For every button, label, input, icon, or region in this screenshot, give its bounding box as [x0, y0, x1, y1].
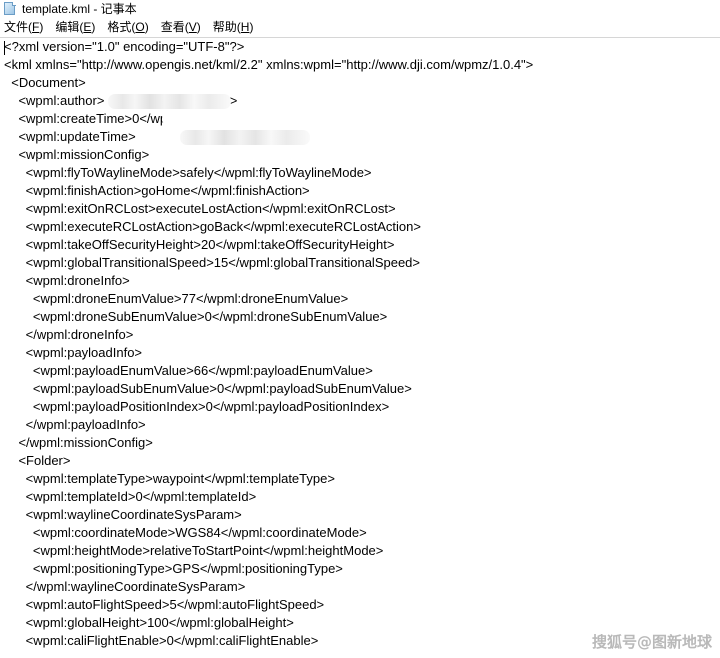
- code-line: <wpml:finishAction>goHome</wpml:finishAc…: [4, 183, 310, 198]
- code-line: <wpml:waylineCoordinateSysParam>: [4, 507, 242, 522]
- watermark: 搜狐号@图新地球: [591, 633, 712, 651]
- code-line: <?xml version="1.0" encoding="UTF-8"?>: [4, 39, 245, 54]
- window-titlebar: template.kml - 记事本: [0, 0, 720, 18]
- menu-item-view[interactable]: 查看(V): [161, 18, 208, 37]
- code-line: <wpml:payloadInfo>: [4, 345, 143, 360]
- code-line: <wpml:droneInfo>: [4, 273, 130, 288]
- code-line: <wpml:globalTransitionalSpeed>15</wpml:g…: [4, 255, 421, 270]
- menu-item-edit[interactable]: 编辑(E): [55, 18, 102, 37]
- code-line: <wpml:payloadPositionIndex>0</wpml:paylo…: [4, 399, 390, 414]
- menu-item-edit-label: 编辑: [55, 20, 80, 34]
- menu-item-help[interactable]: 帮助(H): [213, 18, 261, 37]
- menu-item-view-label: 查看: [160, 20, 185, 34]
- code-line: <wpml:missionConfig>: [4, 147, 150, 162]
- code-line: <wpml:payloadEnumValue>66</wpml:payloadE…: [4, 363, 373, 378]
- code-line: <wpml:coordinateMode>WGS84</wpml:coordin…: [4, 525, 367, 540]
- code-line: <wpml:flyToWaylineMode>safely</wpml:flyT…: [4, 165, 372, 180]
- code-line: <wpml:payloadSubEnumValue>0</wpml:payloa…: [4, 381, 412, 396]
- author-value-redaction: [108, 94, 231, 109]
- code-line: </wpml:missionConfig>: [4, 435, 153, 450]
- update-time-redaction: [180, 130, 310, 145]
- menu-item-file[interactable]: 文件(F): [4, 18, 50, 37]
- code-line: <wpml:droneSubEnumValue>0</wpml:droneSub…: [4, 309, 388, 324]
- code-line: <wpml:exitOnRCLost>executeLostAction</wp…: [4, 201, 396, 216]
- code-line: <wpml:autoFlightSpeed>5</wpml:autoFlight…: [4, 597, 325, 612]
- window-title: template.kml - 记事本: [22, 2, 137, 16]
- code-line: <wpml:author> </wpml:author>: [4, 93, 238, 109]
- code-line: <Folder>: [4, 453, 71, 468]
- menu-item-format-mnemonic: O: [135, 20, 145, 34]
- code-line: <wpml:droneEnumValue>77</wpml:droneEnumV…: [4, 291, 349, 306]
- menu-item-help-label: 帮助: [212, 20, 237, 34]
- code-line: <wpml:templateType>waypoint</wpml:templa…: [4, 471, 335, 486]
- notepad-document-icon: [3, 2, 17, 16]
- code-line: <wpml:executeRCLostAction>goBack</wpml:e…: [4, 219, 421, 234]
- code-line: </wpml:waylineCoordinateSysParam>: [4, 579, 246, 594]
- code-line: <wpml:positioningType>GPS</wpml:position…: [4, 561, 343, 576]
- code-line: <wpml:caliFlightEnable>0</wpml:caliFligh…: [4, 633, 319, 648]
- menu-item-file-label: 文件: [4, 20, 29, 34]
- code-line: <wpml:templateId>0</wpml:templateId>: [4, 489, 257, 504]
- code-line: <wpml:updateTime> </wpml:updateTime>: [4, 128, 533, 146]
- code-line: </wpml:payloadInfo>: [4, 417, 146, 432]
- code-line: </wpml:droneInfo>: [4, 327, 134, 342]
- code-line: <kml xmlns="http://www.opengis.net/kml/2…: [4, 57, 534, 72]
- code-line: <wpml:createTime>0</wpml:createTime>: [4, 110, 533, 128]
- text-editor-area[interactable]: <?xml version="1.0" encoding="UTF-8"?> <k…: [0, 37, 720, 658]
- code-line: <wpml:heightMode>relativeToStartPoint</w…: [4, 543, 384, 558]
- menu-item-view-mnemonic: V: [188, 20, 197, 34]
- code-line: <wpml:takeOffSecurityHeight>20</wpml:tak…: [4, 237, 395, 252]
- menu-item-format-label: 格式: [107, 20, 132, 34]
- create-time-redaction: [162, 112, 268, 126]
- code-line: <wpml:globalHeight>100</wpml:globalHeigh…: [4, 615, 294, 630]
- menu-item-format[interactable]: 格式(O): [107, 18, 155, 37]
- code-line: <Document>: [4, 75, 86, 90]
- xml-document-text[interactable]: <?xml version="1.0" encoding="UTF-8"?> <k…: [4, 38, 533, 650]
- menubar: 文件(F) 编辑(E) 格式(O) 查看(V) 帮助(H): [0, 18, 720, 37]
